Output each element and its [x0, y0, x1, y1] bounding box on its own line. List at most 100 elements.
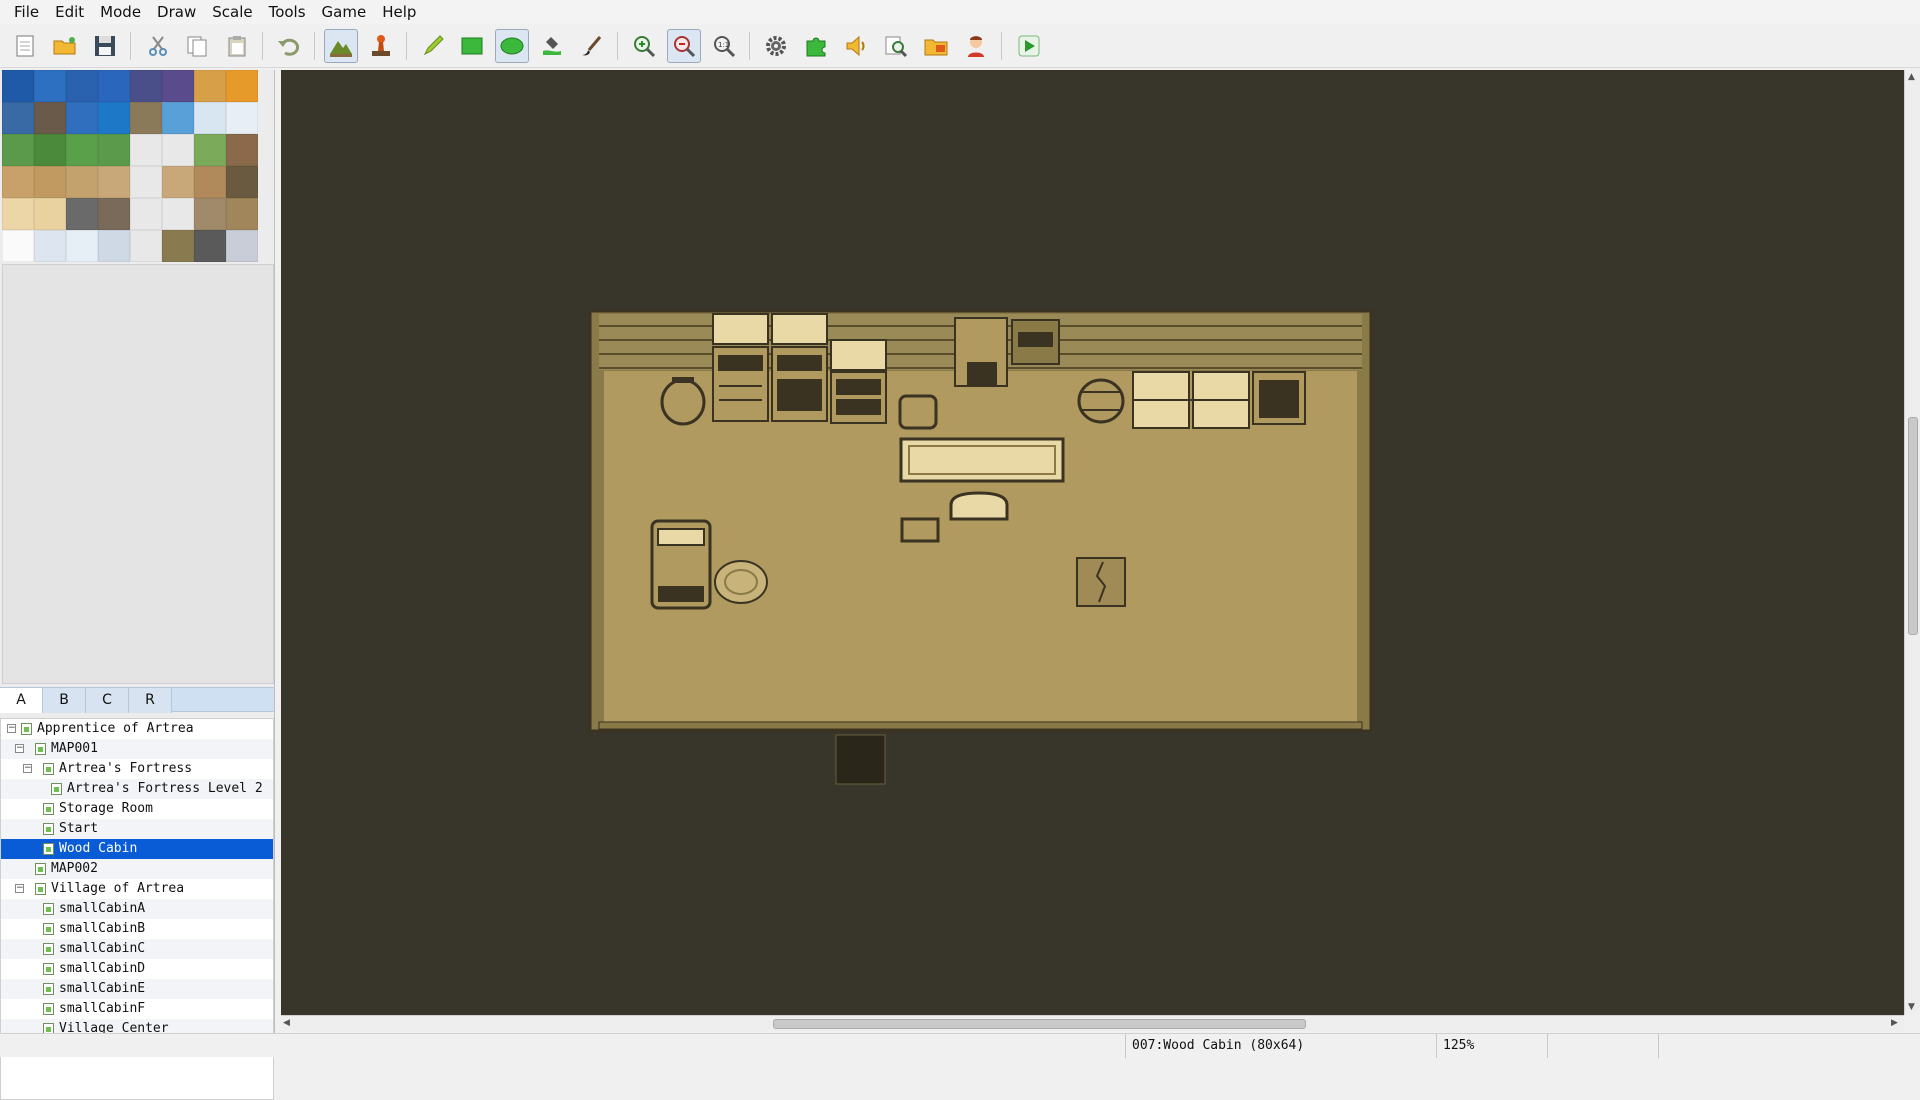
open-project-button[interactable] [48, 29, 82, 63]
tab-a[interactable]: A [0, 688, 43, 713]
copy-button[interactable] [180, 29, 214, 63]
tileset-tile[interactable] [34, 134, 66, 166]
tree-item[interactable]: Artrea's Fortress Level 2 [1, 779, 273, 799]
tileset-tile[interactable] [162, 230, 194, 262]
tileset-tile[interactable] [2, 230, 34, 262]
tileset-tile[interactable] [98, 102, 130, 134]
database-button[interactable] [759, 29, 793, 63]
tileset-tile[interactable] [98, 134, 130, 166]
vertical-scroll-thumb[interactable] [1908, 417, 1918, 635]
tileset-tile[interactable] [226, 198, 258, 230]
menu-scale[interactable]: Scale [204, 0, 260, 24]
resource-manager-button[interactable] [799, 29, 833, 63]
undo-button[interactable] [272, 29, 306, 63]
character-generator-button[interactable] [959, 29, 993, 63]
fill-button[interactable] [535, 29, 569, 63]
menu-game[interactable]: Game [314, 0, 375, 24]
tab-c[interactable]: C [86, 688, 129, 713]
tree-item[interactable]: smallCabinE [1, 979, 273, 999]
tileset-tile[interactable] [66, 230, 98, 262]
collapse-icon[interactable]: − [23, 764, 32, 773]
tileset-tile[interactable] [34, 166, 66, 198]
horizontal-scrollbar[interactable]: ◀ ▶ [281, 1015, 1904, 1031]
event-layer-button[interactable] [364, 29, 398, 63]
event-searcher-button[interactable] [879, 29, 913, 63]
tileset-tile[interactable] [226, 166, 258, 198]
tree-item[interactable]: − Apprentice of Artrea [1, 719, 273, 739]
tileset-tile[interactable] [2, 166, 34, 198]
scroll-up-icon[interactable]: ▲ [1908, 72, 1915, 82]
collapse-icon[interactable]: − [15, 744, 24, 753]
map-layer-button[interactable] [324, 29, 358, 63]
tileset-tile[interactable] [162, 102, 194, 134]
tileset-tile[interactable] [162, 198, 194, 230]
new-project-button[interactable] [8, 29, 42, 63]
pencil-button[interactable] [416, 29, 450, 63]
tileset-tile[interactable] [66, 198, 98, 230]
tileset-tile[interactable] [226, 134, 258, 166]
tileset-tile[interactable] [194, 102, 226, 134]
zoom-out-button[interactable] [667, 29, 701, 63]
tileset-tile[interactable] [98, 166, 130, 198]
tileset-tile[interactable] [162, 134, 194, 166]
horizontal-scroll-thumb[interactable] [773, 1019, 1306, 1029]
save-button[interactable] [88, 29, 122, 63]
menu-file[interactable]: File [6, 0, 47, 24]
tileset-tile[interactable] [34, 230, 66, 262]
tileset-tile[interactable] [194, 134, 226, 166]
tileset-tile[interactable] [66, 70, 98, 102]
rectangle-button[interactable] [455, 29, 489, 63]
tileset-tile[interactable] [226, 70, 258, 102]
tree-item[interactable]: Wood Cabin [1, 839, 273, 859]
tileset-tile[interactable] [162, 166, 194, 198]
tileset-tile[interactable] [226, 102, 258, 134]
tileset-tile[interactable] [66, 102, 98, 134]
tileset-tile[interactable] [34, 70, 66, 102]
tileset-tile[interactable] [130, 166, 162, 198]
tree-item[interactable]: − Artrea's Fortress [1, 759, 273, 779]
tileset-tile[interactable] [2, 70, 34, 102]
zoom-actual-button[interactable]: 1:1 [707, 29, 741, 63]
tileset-tile[interactable] [34, 102, 66, 134]
tileset-tile[interactable] [2, 198, 34, 230]
zoom-in-button[interactable] [627, 29, 661, 63]
tree-item[interactable]: smallCabinD [1, 959, 273, 979]
tileset-tile[interactable] [66, 134, 98, 166]
tree-item[interactable]: MAP002 [1, 859, 273, 879]
tileset-tile[interactable] [130, 198, 162, 230]
menu-draw[interactable]: Draw [149, 0, 204, 24]
scroll-right-icon[interactable]: ▶ [1891, 1018, 1898, 1028]
tileset-tile[interactable] [130, 230, 162, 262]
menu-mode[interactable]: Mode [92, 0, 149, 24]
tileset-tile[interactable] [2, 134, 34, 166]
collapse-icon[interactable]: − [7, 724, 16, 733]
scroll-left-icon[interactable]: ◀ [283, 1018, 290, 1028]
ellipse-button[interactable] [495, 29, 529, 63]
tileset-palette[interactable] [2, 70, 258, 262]
collapse-icon[interactable]: − [15, 884, 24, 893]
wood-cabin-map[interactable] [281, 70, 1904, 1015]
tileset-tile[interactable] [34, 198, 66, 230]
tileset-tile[interactable] [130, 70, 162, 102]
tileset-tile[interactable] [66, 166, 98, 198]
tileset-tile[interactable] [98, 230, 130, 262]
menu-help[interactable]: Help [374, 0, 424, 24]
tree-item[interactable]: smallCabinA [1, 899, 273, 919]
tree-item[interactable]: smallCabinB [1, 919, 273, 939]
tree-item[interactable]: − Village of Artrea [1, 879, 273, 899]
tileset-tile[interactable] [130, 102, 162, 134]
tileset-tile[interactable] [194, 166, 226, 198]
tree-item[interactable]: smallCabinC [1, 939, 273, 959]
tree-item[interactable]: Storage Room [1, 799, 273, 819]
tab-r[interactable]: R [129, 688, 172, 713]
tileset-tile[interactable] [98, 70, 130, 102]
menu-edit[interactable]: Edit [47, 0, 92, 24]
shadow-pen-button[interactable] [574, 29, 608, 63]
tree-item[interactable]: smallCabinF [1, 999, 273, 1019]
tileset-tile[interactable] [194, 70, 226, 102]
sound-test-button[interactable] [839, 29, 873, 63]
tileset-tile[interactable] [2, 102, 34, 134]
tree-item[interactable]: − MAP001 [1, 739, 273, 759]
scroll-down-icon[interactable]: ▼ [1908, 1002, 1915, 1012]
tree-item[interactable]: Start [1, 819, 273, 839]
